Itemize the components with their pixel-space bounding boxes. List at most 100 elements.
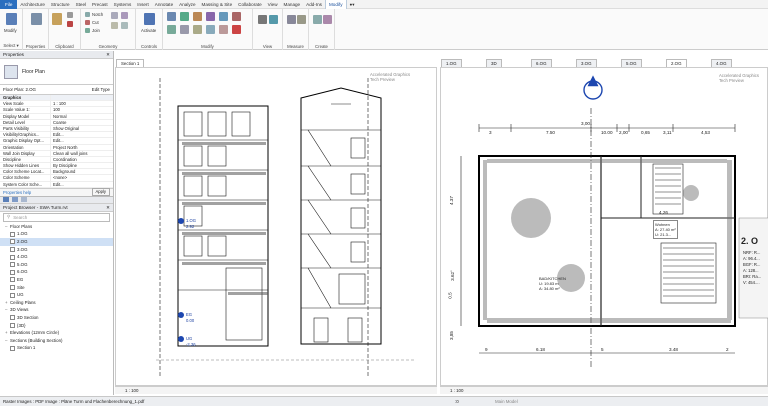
join-label[interactable]: Join — [92, 28, 100, 33]
geometry-tool-2-icon[interactable] — [121, 12, 128, 19]
menu-item[interactable]: Modify — [324, 0, 347, 9]
browser-item[interactable]: 2.OG — [0, 238, 113, 246]
level-marker[interactable]: UG -2.36 — [178, 336, 196, 347]
browser-toolbar-icon-b[interactable] — [12, 197, 18, 203]
pin-icon[interactable] — [219, 25, 228, 34]
paste-icon[interactable] — [52, 13, 62, 25]
split-icon[interactable] — [180, 25, 189, 34]
menu-item[interactable]: File — [0, 0, 18, 9]
scale-icon[interactable] — [206, 25, 215, 34]
apply-button[interactable]: Apply — [91, 188, 110, 197]
property-value[interactable]: Project North — [50, 144, 113, 150]
cut-icon[interactable] — [67, 21, 73, 27]
hide-icon[interactable] — [258, 15, 267, 24]
menu-item[interactable]: Massing & Site — [199, 0, 236, 9]
property-value[interactable]: Edit... — [50, 181, 113, 187]
level-marker[interactable]: 1.OG 2.92 — [178, 218, 196, 229]
notch-label[interactable]: Notch — [92, 12, 103, 17]
rotate-icon[interactable] — [232, 12, 241, 21]
browser-item[interactable]: – Sections (Building Section) — [0, 337, 113, 345]
create-parts-icon[interactable] — [313, 15, 322, 24]
property-value[interactable]: Clean all wall joins — [50, 150, 113, 156]
type-selector[interactable]: Floor Plan — [0, 59, 113, 85]
room-tag-a[interactable]: Wohnen A: 27.40 m² U: 21.3... — [653, 220, 678, 239]
browser-item[interactable]: 3.OG — [0, 246, 113, 254]
properties-help-link[interactable]: Properties help — [3, 190, 31, 195]
join-icon[interactable] — [85, 28, 90, 33]
browser-item[interactable]: 4.OG — [0, 253, 113, 261]
browser-item[interactable]: UG — [0, 291, 113, 299]
browser-search[interactable]: ⚲ Search — [3, 212, 110, 222]
menu-item[interactable]: Analyze — [176, 0, 198, 9]
menu-item[interactable]: Annotate — [152, 0, 176, 9]
instance-selector-value[interactable]: Floor Plan: 2.OG — [3, 87, 36, 92]
browser-close-icon[interactable]: ✕ — [106, 204, 110, 212]
activate-icon[interactable] — [144, 13, 155, 25]
property-value[interactable]: 100 — [50, 107, 113, 113]
property-value[interactable]: Background — [50, 169, 113, 175]
menu-item[interactable]: Manage — [281, 0, 304, 9]
select-dropdown[interactable]: Select ▾ — [0, 43, 22, 49]
plan-scale[interactable]: 1 : 100 — [450, 388, 463, 393]
browser-item[interactable]: 1.OG — [0, 230, 113, 238]
browser-item[interactable]: {3D} — [0, 322, 113, 330]
menu-item[interactable]: Insert — [134, 0, 152, 9]
geometry-tool-3-icon[interactable] — [111, 22, 118, 29]
modify-tool-label[interactable]: Modify — [4, 28, 17, 33]
view-tab[interactable]: 2.OG — [666, 59, 687, 67]
browser-item[interactable]: + Elevations (12mm Circle) — [0, 329, 113, 337]
property-value[interactable]: Coarse — [50, 119, 113, 125]
property-value[interactable]: By Discipline — [50, 163, 113, 169]
trim-icon[interactable] — [167, 25, 176, 34]
view-tab[interactable]: Section 1 — [116, 59, 145, 67]
browser-item[interactable]: 3D Section — [0, 314, 113, 322]
view-tab[interactable]: 4.OG — [711, 59, 732, 67]
create-group-icon[interactable] — [323, 15, 332, 24]
copy-element-icon[interactable] — [219, 12, 228, 21]
menu-item[interactable]: Add-Ins — [303, 0, 325, 9]
menu-item[interactable]: Architecture — [17, 0, 48, 9]
section-scale[interactable]: 1 : 100 — [125, 388, 138, 393]
edit-type-button[interactable]: Edit Type — [92, 87, 110, 92]
close-icon[interactable]: ✕ — [106, 51, 110, 59]
browser-item[interactable]: EG — [0, 276, 113, 284]
copy-icon[interactable] — [67, 12, 73, 18]
menu-item[interactable]: ●▾ — [347, 0, 358, 9]
cut-geometry-icon[interactable] — [85, 20, 90, 25]
plan-view[interactable]: Accelerated Graphics Tech Preview 3 7.50… — [440, 67, 768, 386]
dimension-icon[interactable] — [297, 15, 306, 24]
level-marker[interactable]: EG 0.00 — [178, 312, 194, 323]
property-value[interactable]: Show Original — [50, 125, 113, 132]
property-value[interactable]: Edit... — [50, 132, 113, 138]
room-tag-b[interactable]: BAD/KITCHEN U: 19.83 m A: 34.80 m² — [539, 276, 566, 291]
move-icon[interactable] — [206, 12, 215, 21]
properties-icon[interactable] — [31, 13, 42, 25]
cut-label[interactable]: Cut — [92, 20, 99, 25]
geometry-tool-icon[interactable] — [111, 12, 118, 19]
browser-toolbar-icon-c[interactable] — [21, 197, 27, 203]
browser-toolbar-icon-a[interactable] — [3, 197, 9, 203]
view-tab[interactable]: 6.OG — [531, 59, 552, 67]
override-icon[interactable] — [269, 15, 278, 24]
align-icon[interactable] — [167, 12, 176, 21]
browser-item[interactable]: 6.OG — [0, 268, 113, 276]
browser-item[interactable]: – Floor Plans — [0, 223, 113, 231]
browser-item[interactable]: –3D Views — [0, 306, 113, 314]
menu-item[interactable]: Steel — [73, 0, 89, 9]
view-tab[interactable]: 5.OG — [621, 59, 642, 67]
property-value[interactable]: Edit... — [50, 138, 113, 144]
property-value[interactable]: Normal — [50, 113, 113, 119]
view-tab[interactable]: 3D — [486, 59, 502, 67]
browser-item[interactable]: 5.OG — [0, 261, 113, 269]
mirror-icon[interactable] — [193, 12, 202, 21]
activate-label[interactable]: Activate — [141, 28, 156, 33]
view-tab[interactable]: 1.OG — [441, 59, 462, 67]
delete-icon[interactable] — [232, 25, 241, 34]
browser-item[interactable]: + Ceiling Plans — [0, 299, 113, 307]
section-view[interactable]: 1.OG 2.92 EG 0.00 UG -2.36 — [115, 67, 437, 386]
menu-item[interactable]: Collaborate — [235, 0, 265, 9]
property-value[interactable]: <none> — [50, 175, 113, 181]
measure-icon[interactable] — [287, 15, 296, 24]
browser-item[interactable]: Section 1 — [0, 344, 113, 352]
notch-icon[interactable] — [85, 12, 90, 17]
